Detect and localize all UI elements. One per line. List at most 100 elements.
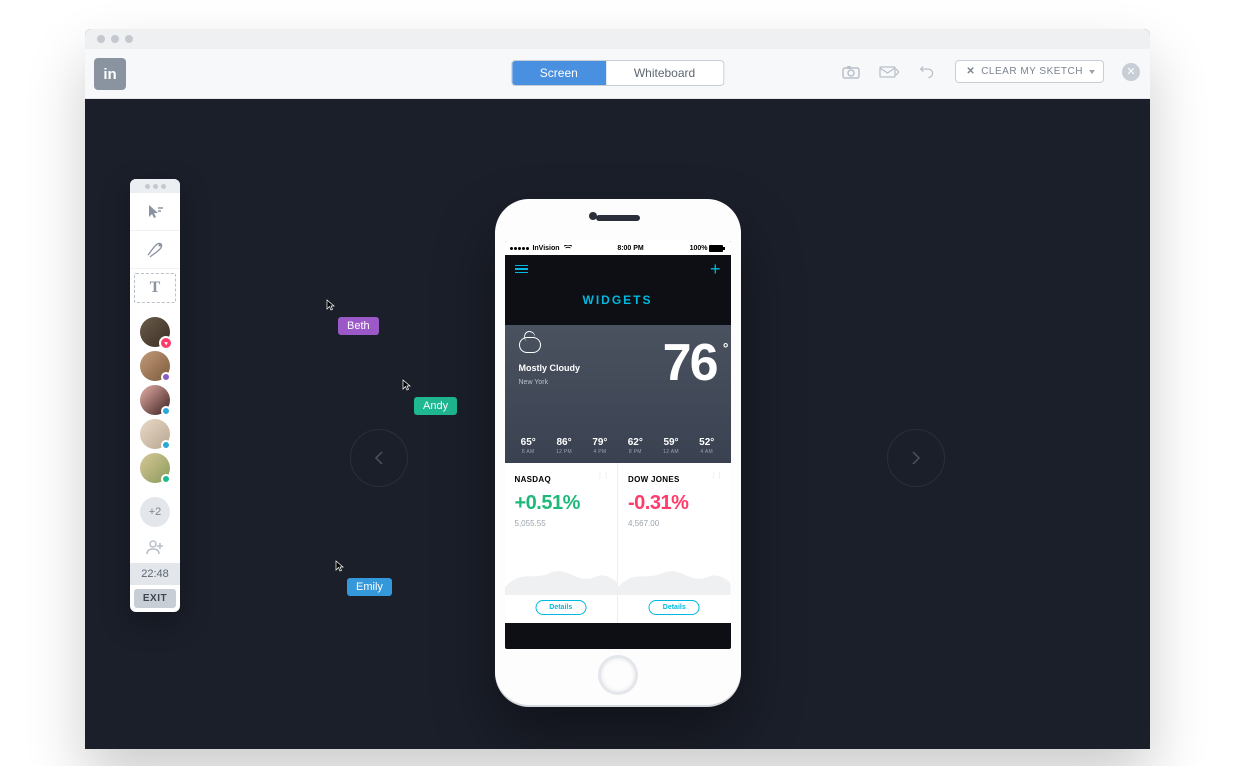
collaborator-cursor: Andy [402, 379, 457, 415]
canvas-area[interactable]: T +2 22:48 EXIT BethAndyBillyEmilyAnton … [85, 99, 1150, 749]
weather-temperature: 76° [663, 337, 717, 389]
status-dot-icon [161, 372, 171, 382]
participant-avatar[interactable] [140, 317, 170, 347]
drag-handle-icon[interactable]: ⋮⋮ [597, 475, 609, 478]
status-time: 8:00 PM [617, 245, 643, 252]
phone-status-bar: InVision 8:00 PM 100% [505, 241, 731, 255]
phone-screen: InVision 8:00 PM 100% + WIDGETS Mostly C… [505, 241, 731, 649]
next-screen-button[interactable] [887, 429, 945, 487]
weather-location: New York [519, 379, 581, 386]
status-dot-icon [161, 474, 171, 484]
forecast-hour: 12 PM [556, 449, 572, 455]
add-widget-button[interactable]: + [710, 259, 721, 280]
clear-sketch-label: CLEAR MY SKETCH [981, 66, 1083, 77]
weather-condition: Mostly Cloudy [519, 363, 581, 373]
participant-avatar[interactable] [140, 419, 170, 449]
phone-home-button[interactable] [598, 655, 638, 695]
x-icon: ✕ [966, 66, 975, 77]
stock-value: 4,567.00 [628, 519, 721, 528]
wifi-icon [564, 245, 572, 251]
forecast-item: 62°8 PM [628, 437, 643, 455]
forecast-item: 52°4 AM [699, 437, 714, 455]
presenter-indicator-icon [159, 336, 173, 350]
hamburger-menu-icon[interactable] [515, 265, 528, 274]
stocks-row: NASDAQ⋮⋮+0.51%5,055.55DetailsDOW JONES⋮⋮… [505, 463, 731, 623]
app-window: in Screen Whiteboard ✕ CLEAR MY SKETCH ✕ [85, 29, 1150, 749]
forecast-hour: 8 PM [628, 449, 643, 455]
signal-icon: InVision [510, 245, 572, 252]
tool-panel: T +2 22:48 EXIT [130, 179, 180, 612]
forecast-hour: 12 AM [663, 449, 679, 455]
cursor-icon [335, 560, 347, 572]
battery-label: 100% [690, 245, 708, 252]
forecast-temp: 79° [592, 437, 607, 448]
participant-avatar[interactable] [140, 453, 170, 483]
phone-mockup: InVision 8:00 PM 100% + WIDGETS Mostly C… [495, 199, 741, 705]
stock-percent: -0.31% [628, 492, 721, 515]
participant-avatars [130, 307, 180, 493]
stock-widget[interactable]: NASDAQ⋮⋮ +0.51% 5,055.55 Details [505, 463, 618, 623]
forecast-temp: 65° [521, 437, 536, 448]
stock-widget[interactable]: DOW JONES⋮⋮ -0.31% 4,567.00 Details [617, 463, 731, 623]
collaborator-name-tag: Emily [347, 578, 392, 596]
prev-screen-button[interactable] [350, 429, 408, 487]
camera-icon[interactable] [841, 62, 861, 82]
status-dot-icon [161, 440, 171, 450]
toolbar-right-group: ✕ CLEAR MY SKETCH ✕ [841, 60, 1140, 83]
tool-text[interactable]: T [134, 273, 176, 303]
view-segmented-control: Screen Whiteboard [511, 60, 724, 86]
session-timer: 22:48 [130, 563, 180, 585]
cursor-icon [402, 379, 414, 391]
forecast-hour: 8 AM [521, 449, 536, 455]
details-button[interactable]: Details [649, 600, 700, 615]
sparkline-chart [505, 559, 618, 595]
panel-drag-handle[interactable] [130, 179, 180, 193]
phone-page-title: WIDGETS [505, 283, 731, 325]
collaborator-name-tag: Andy [414, 397, 457, 415]
status-dot-icon [161, 406, 171, 416]
close-panel-button[interactable]: ✕ [1122, 63, 1140, 81]
battery-icon [709, 245, 725, 252]
tool-pointer[interactable] [130, 193, 180, 231]
participant-avatar[interactable] [140, 351, 170, 381]
stock-percent: +0.51% [515, 492, 608, 515]
collaborator-cursor: Emily [335, 560, 392, 596]
tab-whiteboard[interactable]: Whiteboard [606, 61, 723, 85]
tab-screen[interactable]: Screen [512, 61, 606, 85]
stock-label: DOW JONES [628, 475, 721, 484]
phone-app-bar: + [505, 255, 731, 283]
collaborator-cursor: Beth [326, 299, 379, 335]
battery-group: 100% [690, 245, 726, 252]
drag-handle-icon[interactable]: ⋮⋮ [711, 475, 723, 478]
forecast-hour: 4 AM [699, 449, 714, 455]
window-traffic-lights [85, 29, 1150, 49]
clear-sketch-button[interactable]: ✕ CLEAR MY SKETCH [955, 60, 1104, 83]
more-participants-button[interactable]: +2 [140, 497, 170, 527]
forecast-hour: 4 PM [592, 449, 607, 455]
forecast-temp: 52° [699, 437, 714, 448]
stock-value: 5,055.55 [515, 519, 608, 528]
sparkline-chart [618, 559, 731, 595]
collaborator-name-tag: Beth [338, 317, 379, 335]
participant-avatar[interactable] [140, 385, 170, 415]
details-button[interactable]: Details [535, 600, 586, 615]
forecast-item: 79°4 PM [592, 437, 607, 455]
top-toolbar: in Screen Whiteboard ✕ CLEAR MY SKETCH ✕ [85, 49, 1150, 99]
forecast-temp: 86° [556, 437, 572, 448]
forecast-temp: 59° [663, 437, 679, 448]
forecast-item: 59°12 AM [663, 437, 679, 455]
undo-icon[interactable] [917, 62, 937, 82]
weather-widget[interactable]: Mostly Cloudy New York 76° 65°8 AM86°12 … [505, 325, 731, 463]
forecast-item: 86°12 PM [556, 437, 572, 455]
exit-button[interactable]: EXIT [134, 589, 176, 608]
tool-pen[interactable] [130, 231, 180, 269]
forecast-item: 65°8 AM [521, 437, 536, 455]
invision-logo[interactable]: in [94, 58, 126, 90]
cloud-icon [519, 337, 541, 353]
mail-icon[interactable] [879, 62, 899, 82]
add-user-button[interactable] [130, 531, 180, 563]
forecast-row: 65°8 AM 86°12 PM 79°4 PM 62°8 PM 59°12 AM 52°… [505, 437, 731, 455]
forecast-temp: 62° [628, 437, 643, 448]
stock-label: NASDAQ [515, 475, 608, 484]
carrier-label: InVision [532, 245, 559, 252]
